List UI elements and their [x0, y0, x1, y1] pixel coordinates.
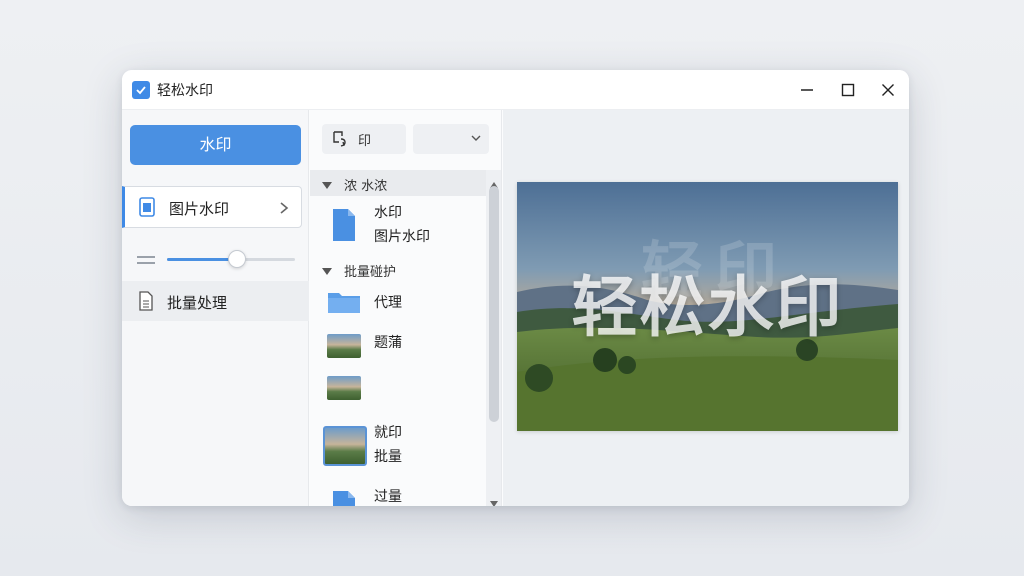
slider-thumb[interactable] [228, 250, 247, 268]
app-window: 轻松水印 水印 图片水印 批量处理 印 浓 水浓 水印 图片水印 批量碰护 代理… [122, 70, 909, 506]
format-dropdown[interactable] [413, 124, 489, 154]
tree-group-header[interactable]: 批量碰护 [310, 256, 486, 282]
file-name: 水印 [374, 205, 402, 221]
scroll-down-icon[interactable] [490, 492, 498, 506]
image-file-icon [138, 197, 156, 221]
import-button[interactable]: 印 [322, 124, 406, 154]
tree-group-label: 批量碰护 [344, 265, 397, 280]
app-title: 轻松水印 [157, 83, 213, 99]
file-name: 过量 [374, 489, 402, 505]
close-button[interactable] [876, 78, 900, 102]
slider-fill [167, 258, 238, 261]
triangle-down-icon [321, 265, 333, 280]
image-thumbnail [327, 334, 361, 358]
list-item[interactable] [310, 372, 486, 408]
opacity-slider[interactable] [122, 246, 309, 272]
import-button-label: 印 [358, 134, 372, 149]
file-name: 代理 [374, 295, 402, 311]
watermark-button[interactable]: 水印 [130, 125, 301, 165]
preview-panel: 轻印 轻松水印 [503, 110, 909, 506]
import-icon [331, 130, 351, 152]
tree-group-label: 浓 水浓 [344, 179, 388, 194]
document-icon [138, 291, 154, 315]
tree-group-header[interactable]: 浓 水浓 [310, 170, 486, 196]
maximize-button[interactable] [836, 78, 860, 102]
image-thumbnail [327, 376, 361, 400]
triangle-down-icon [321, 179, 333, 194]
chevron-right-icon [279, 200, 289, 219]
file-name: 题蒲 [374, 335, 402, 351]
sidebar-item-label: 批量处理 [167, 294, 228, 312]
folder-icon [327, 290, 361, 318]
chevron-down-icon [471, 135, 481, 141]
app-logo-icon [132, 81, 150, 99]
file-name: 批量 [374, 449, 402, 465]
file-icon [332, 208, 356, 246]
minimize-button[interactable] [795, 78, 819, 102]
scrollbar[interactable] [486, 170, 501, 506]
list-item[interactable]: 代理 [310, 286, 486, 322]
file-tree: 浓 水浓 水印 图片水印 批量碰护 代理 题蒲 就印 批量 过量 [310, 170, 486, 506]
equals-icon [136, 252, 156, 271]
sidebar-item-batch[interactable]: 批量处理 [122, 281, 309, 321]
list-item[interactable]: 水印 图片水印 [310, 200, 486, 252]
scroll-thumb[interactable] [489, 186, 499, 422]
watermark-text[interactable]: 轻松水印 [517, 254, 898, 350]
sidebar-item-label: 图片水印 [169, 200, 230, 218]
list-item[interactable]: 题蒲 [310, 328, 486, 364]
list-item[interactable]: 过量 [310, 484, 486, 506]
file-icon [332, 490, 356, 506]
preview-image[interactable]: 轻印 轻松水印 [517, 182, 898, 431]
image-thumbnail-selected [323, 426, 367, 466]
sidebar-item-image-watermark[interactable]: 图片水印 [122, 186, 302, 228]
title-bar: 轻松水印 [122, 70, 909, 110]
file-panel: 印 浓 水浓 水印 图片水印 批量碰护 代理 题蒲 就印 批量 过量 [310, 110, 502, 506]
file-name: 就印 [374, 425, 402, 441]
sidebar: 水印 图片水印 批量处理 [122, 110, 309, 506]
list-item[interactable]: 就印 批量 [310, 422, 486, 472]
file-name: 图片水印 [374, 229, 430, 245]
